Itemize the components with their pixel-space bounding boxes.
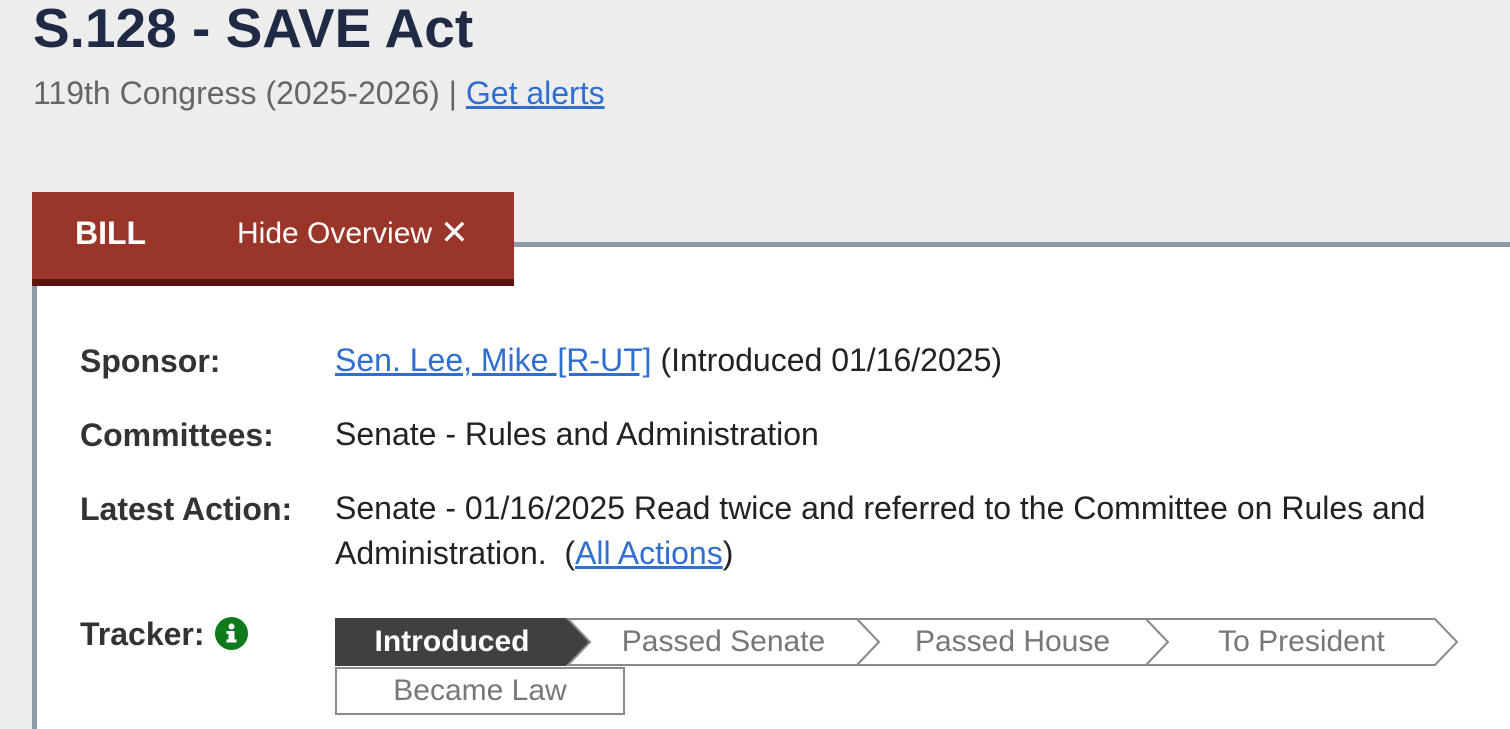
- tracker-heading: Tracker:: [80, 614, 248, 654]
- paren-close: ): [722, 535, 734, 571]
- sponsor-introduced-date: (Introduced 01/16/2025): [660, 342, 1003, 378]
- latest-action-text: Administration.: [335, 535, 547, 571]
- overview-tab-bar: BILL Hide Overview ✕: [32, 192, 514, 286]
- all-actions-link[interactable]: All Actions: [575, 535, 723, 571]
- get-alerts-link[interactable]: Get alerts: [466, 75, 605, 111]
- hide-overview-button[interactable]: Hide Overview ✕: [237, 214, 469, 254]
- page: S.128 - SAVE Act 119th Congress (2025-20…: [0, 0, 1510, 729]
- tracker-step-label: Introduced: [374, 625, 530, 658]
- page-title: S.128 - SAVE Act: [33, 0, 474, 59]
- tracker-step-label: Passed House: [914, 625, 1111, 658]
- paren-open: (: [564, 535, 576, 571]
- tab-bill: BILL: [75, 215, 147, 251]
- latest-action-line-1: Senate - 01/16/2025 Read twice and refer…: [335, 490, 1426, 526]
- latest-action-line-2: Administration. (All Actions): [335, 531, 733, 576]
- subtitle-separator: |: [448, 75, 457, 111]
- tracker-step-label: Became Law: [393, 674, 567, 707]
- close-icon: ✕: [440, 214, 469, 252]
- congress-session: 119th Congress (2025-2026): [33, 75, 440, 111]
- tracker-step-label: To President: [1218, 625, 1385, 658]
- latest-action-label: Latest Action:: [80, 491, 293, 527]
- sponsor-label: Sponsor:: [80, 343, 221, 379]
- bill-subtitle: 119th Congress (2025-2026) | Get alerts: [33, 73, 605, 113]
- sponsor-link[interactable]: Sen. Lee, Mike [R-UT]: [335, 342, 652, 378]
- tracker-label: Tracker:: [80, 616, 205, 652]
- sponsor-value: Sen. Lee, Mike [R-UT] (Introduced 01/16/…: [335, 338, 1002, 383]
- committees-value: Senate - Rules and Administration: [335, 416, 819, 452]
- info-icon[interactable]: [214, 617, 248, 651]
- tracker-step-label: Passed Senate: [621, 625, 826, 658]
- committees-label: Committees:: [80, 417, 274, 453]
- bill-tracker: Introduced Passed Senate Passed House To Pr…: [335, 618, 1465, 718]
- hide-overview-label: Hide Overview: [237, 217, 433, 250]
